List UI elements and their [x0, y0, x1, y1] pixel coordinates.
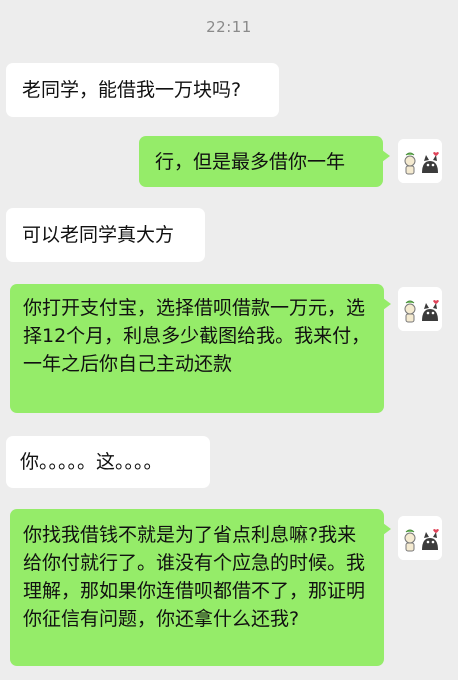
incoming-message-bubble[interactable]: 老同学，能借我一万块吗? — [6, 63, 279, 117]
message-text: 可以老同学真大方 — [22, 224, 175, 246]
message-text: 老同学，能借我一万块吗? — [22, 79, 242, 101]
message-text: 行，但是最多借你一年 — [155, 151, 346, 173]
message-text: 你打开支付宝，选择借呗借款一万元，选择12个月，利息多少截图给我。我来付，一年之… — [23, 297, 371, 375]
chat-area[interactable]: 22:11 老同学，能借我一万块吗? 行，但是最多借你一年 可以老同学真大方 你… — [0, 0, 458, 680]
sender-avatar[interactable] — [398, 516, 442, 560]
outgoing-message-bubble[interactable]: 行，但是最多借你一年 — [139, 136, 390, 187]
sender-avatar[interactable] — [398, 139, 442, 183]
message-text: 你找我借钱不就是为了省点利息嘛?我来给你付就行了。谁没有个应急的时候。我理解，那… — [23, 524, 366, 630]
message-timestamp: 22:11 — [206, 18, 252, 36]
cat-and-figure-avatar-icon — [398, 139, 442, 183]
outgoing-message-bubble[interactable]: 你打开支付宝，选择借呗借款一万元，选择12个月，利息多少截图给我。我来付，一年之… — [10, 284, 391, 413]
sender-avatar[interactable] — [398, 287, 442, 331]
message-text: 你。。。。。这。。。。 — [20, 451, 163, 473]
incoming-message-bubble[interactable]: 可以老同学真大方 — [6, 208, 205, 262]
outgoing-message-bubble[interactable]: 你找我借钱不就是为了省点利息嘛?我来给你付就行了。谁没有个应急的时候。我理解，那… — [10, 509, 391, 666]
cat-and-figure-avatar-icon — [398, 287, 442, 331]
cat-and-figure-avatar-icon — [398, 516, 442, 560]
incoming-message-bubble[interactable]: 你。。。。。这。。。。 — [6, 436, 210, 488]
